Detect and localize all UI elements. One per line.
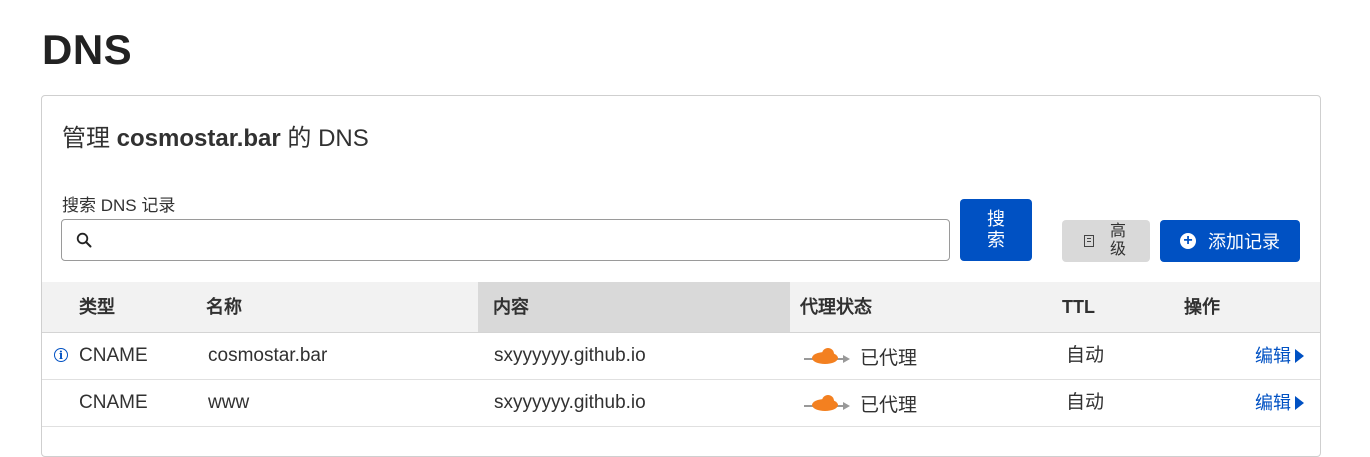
page-title: DNS: [42, 26, 133, 73]
record-type: CNAME: [79, 392, 148, 413]
column-header-ttl[interactable]: TTL: [1062, 282, 1095, 332]
search-icon: [76, 232, 92, 248]
column-header-proxy[interactable]: 代理状态: [800, 282, 872, 332]
plus-circle-icon: +: [1180, 233, 1196, 249]
document-icon: [1084, 235, 1094, 247]
column-header-content[interactable]: 内容: [478, 282, 790, 332]
card-title-suffix: 的 DNS: [287, 125, 369, 152]
add-record-label: 添加记录: [1208, 232, 1280, 252]
proxy-status: 已代理: [804, 380, 917, 426]
record-content: sxyyyyyy.github.io: [494, 392, 646, 413]
domain-name: cosmostar.bar: [116, 125, 281, 152]
card-title: 管理 cosmostar.bar 的 DNS: [62, 118, 369, 153]
record-name: www: [208, 392, 250, 413]
table-header: 类型 名称 内容 代理状态 TTL 操作: [42, 282, 1320, 333]
record-name: cosmostar.bar: [208, 345, 328, 366]
cloud-proxied-icon: [804, 395, 850, 411]
caret-right-icon: [1295, 349, 1304, 363]
table-row: i CNAME cosmostar.bar sxyyyyyy.github.io…: [42, 333, 1320, 380]
edit-link[interactable]: 编辑: [1255, 380, 1304, 426]
caret-right-icon: [1295, 396, 1304, 410]
card-title-prefix: 管理: [62, 125, 110, 152]
record-content: sxyyyyyy.github.io: [494, 345, 646, 366]
add-record-button[interactable]: + 添加记录: [1160, 220, 1300, 262]
dns-management-card: 管理 cosmostar.bar 的 DNS 搜索 DNS 记录 搜索 高级 +…: [41, 95, 1321, 457]
proxy-status-label: 已代理: [860, 394, 918, 416]
proxy-status-label: 已代理: [860, 347, 918, 369]
column-header-name[interactable]: 名称: [206, 282, 242, 332]
edit-link[interactable]: 编辑: [1255, 333, 1304, 379]
record-ttl: 自动: [1066, 392, 1105, 413]
record-type: CNAME: [79, 345, 148, 366]
table-row: CNAME www sxyyyyyy.github.io 已代理 自动 编辑: [42, 380, 1320, 427]
search-button[interactable]: 搜索: [960, 199, 1032, 261]
column-header-type[interactable]: 类型: [79, 282, 115, 332]
proxy-status: 已代理: [804, 333, 917, 379]
search-box[interactable]: [61, 219, 950, 261]
advanced-button[interactable]: 高级: [1062, 220, 1150, 262]
advanced-button-label: 高级: [1109, 223, 1126, 258]
search-label: 搜索 DNS 记录: [62, 196, 176, 215]
record-ttl: 自动: [1066, 345, 1105, 366]
edit-link-label: 编辑: [1255, 346, 1291, 366]
edit-link-label: 编辑: [1255, 393, 1291, 413]
cloud-proxied-icon: [804, 348, 850, 364]
search-input[interactable]: [102, 222, 936, 258]
column-header-actions: 操作: [1184, 297, 1220, 317]
info-icon[interactable]: i: [54, 348, 68, 362]
